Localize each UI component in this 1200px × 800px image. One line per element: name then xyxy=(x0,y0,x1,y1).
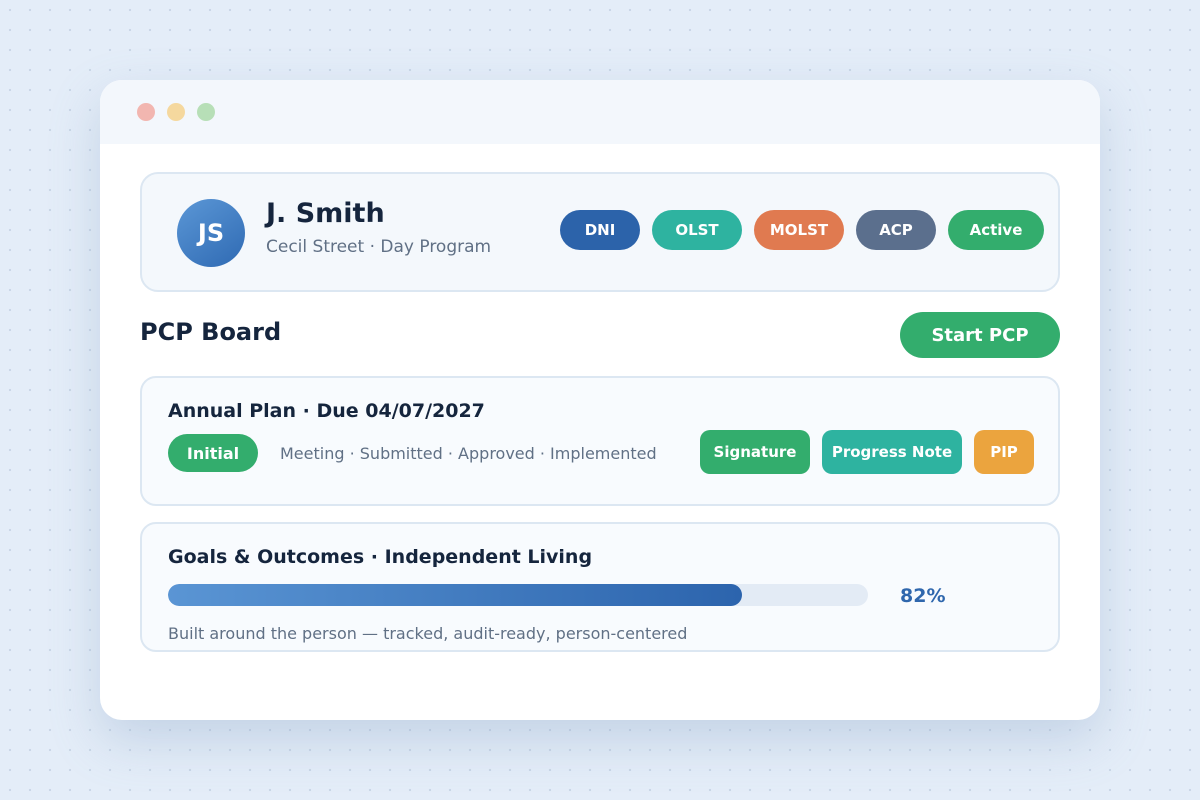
goals-title: Goals & Outcomes · Independent Living xyxy=(168,546,593,568)
window-titlebar xyxy=(100,80,1100,144)
person-location: Cecil Street · Day Program xyxy=(266,237,492,257)
goals-outcomes-card: Goals & Outcomes · Independent Living 82… xyxy=(140,522,1060,652)
person-name: J. Smith xyxy=(266,198,385,229)
annual-plan-card: Annual Plan · Due 04/07/2027 Initial Mee… xyxy=(140,376,1060,506)
goal-progress-fill xyxy=(168,584,742,606)
person-profile-card: JS J. Smith Cecil Street · Day Program D… xyxy=(140,172,1060,292)
badge-active[interactable]: Active xyxy=(948,210,1044,250)
plan-title: Annual Plan · Due 04/07/2027 xyxy=(168,400,485,422)
current-stage-badge[interactable]: Initial xyxy=(168,434,258,472)
badge-dni[interactable]: DNI xyxy=(560,210,640,250)
goal-progress-bar xyxy=(168,584,868,606)
minimize-window-dot[interactable] xyxy=(167,103,185,121)
page-title: PCP Board xyxy=(140,318,282,346)
maximize-window-dot[interactable] xyxy=(197,103,215,121)
close-window-dot[interactable] xyxy=(137,103,155,121)
avatar: JS xyxy=(177,199,245,267)
plan-actions: Signature Progress Note PIP xyxy=(700,430,1034,474)
status-badges: DNI OLST MOLST ACP Active xyxy=(560,210,1044,250)
badge-molst[interactable]: MOLST xyxy=(754,210,844,250)
stage-steps: Meeting · Submitted · Approved · Impleme… xyxy=(280,444,657,463)
badge-olst[interactable]: OLST xyxy=(652,210,742,250)
goals-caption: Built around the person — tracked, audit… xyxy=(168,624,688,643)
pip-button[interactable]: PIP xyxy=(974,430,1034,474)
app-window: JS J. Smith Cecil Street · Day Program D… xyxy=(100,80,1100,720)
badge-acp[interactable]: ACP xyxy=(856,210,936,250)
progress-note-button[interactable]: Progress Note xyxy=(822,430,962,474)
goal-progress-value: 82% xyxy=(900,585,946,607)
signature-button[interactable]: Signature xyxy=(700,430,810,474)
start-pcp-button[interactable]: Start PCP xyxy=(900,312,1060,358)
